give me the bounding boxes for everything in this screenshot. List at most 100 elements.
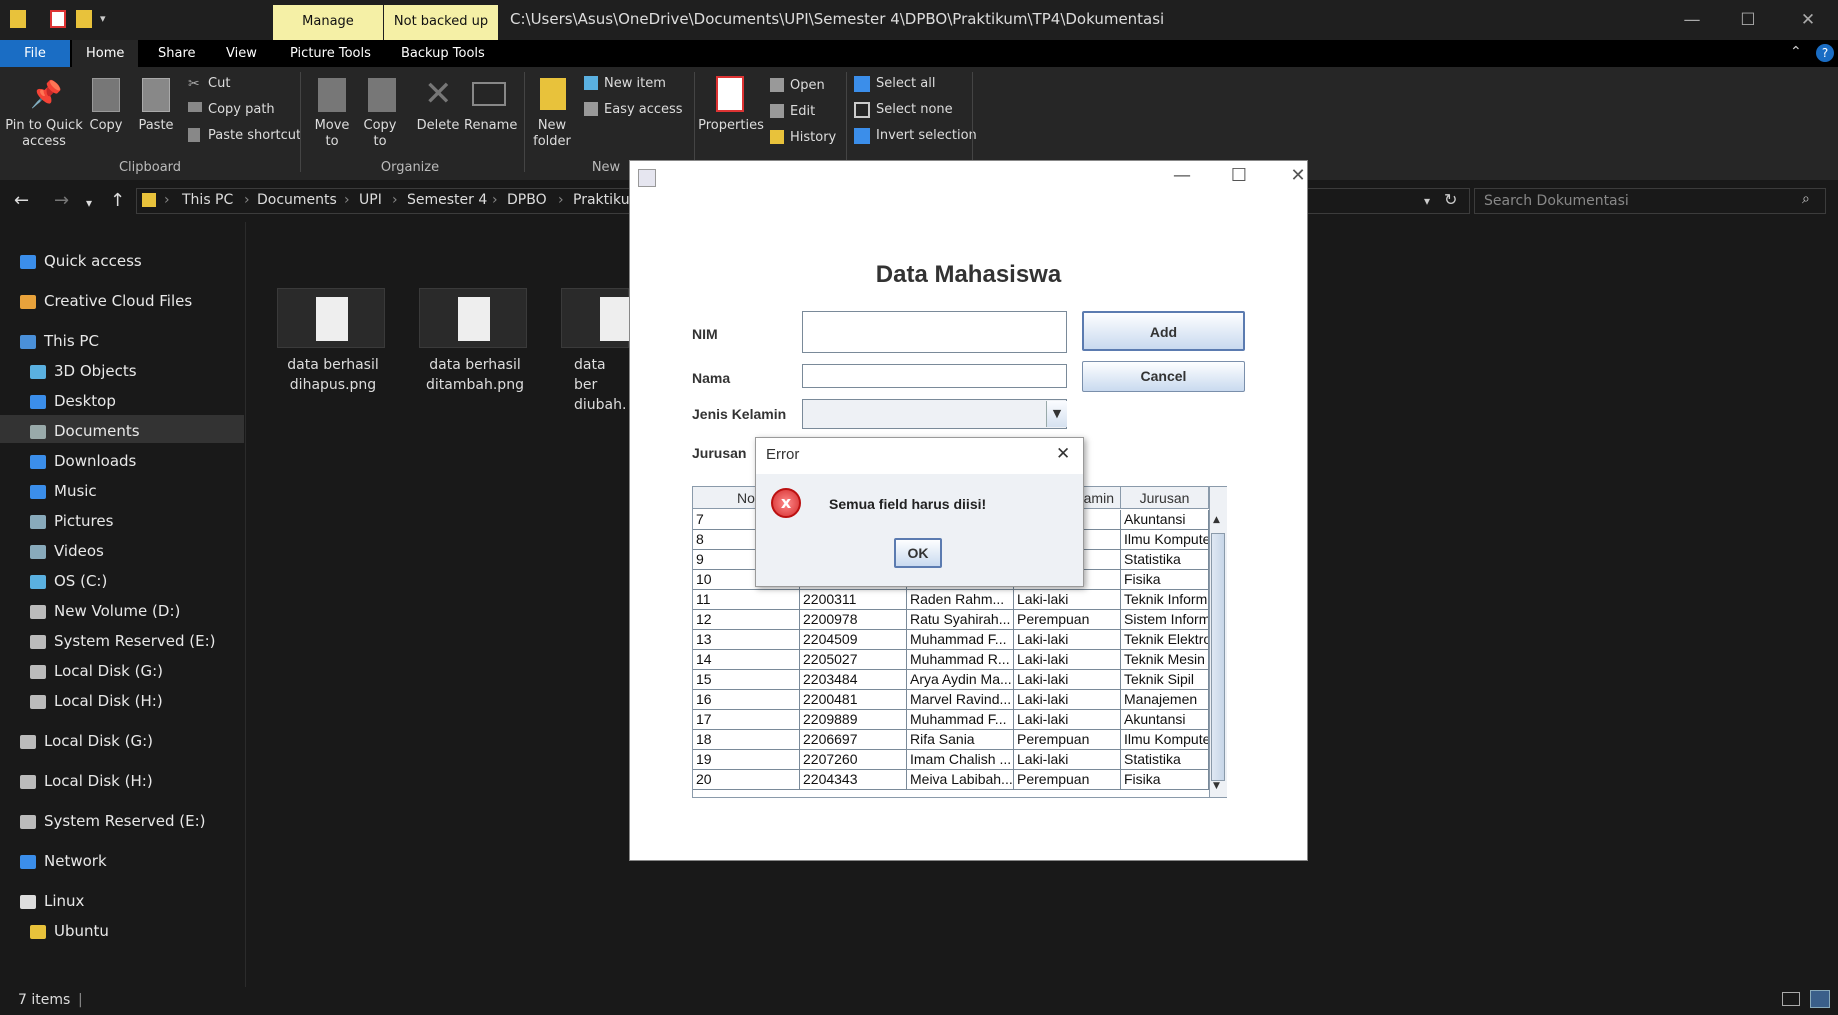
rename-button[interactable]: Rename [464, 118, 517, 134]
table-row[interactable]: 13 2204509 Muhammad F... Laki-laki Teknik El… [693, 630, 1228, 650]
properties-button[interactable]: Properties [698, 118, 764, 134]
table-cell[interactable]: Perempuan [1014, 770, 1121, 790]
sidebar-item[interactable]: New Volume (D:) [30, 600, 180, 622]
sidebar-item[interactable]: OS (C:) [30, 570, 107, 592]
table-row[interactable]: 15 2203484 Arya Aydin Ma... Laki-laki Teknik… [693, 670, 1228, 690]
table-cell[interactable]: Ratu Syahirah... [907, 610, 1014, 630]
sidebar-item[interactable]: Quick access [20, 250, 142, 272]
table-row[interactable]: 19 2207260 Imam Chalish ... Laki-laki Statis… [693, 750, 1228, 770]
file-name[interactable]: data ber diubah. [552, 355, 629, 415]
table-cell[interactable]: Laki-laki [1014, 590, 1121, 610]
table-row[interactable]: 16 2200481 Marvel Ravind... Laki-laki Manaje… [693, 690, 1228, 710]
table-cell[interactable]: Muhammad F... [907, 710, 1014, 730]
sidebar-item[interactable]: Music [30, 480, 97, 502]
select-none-button[interactable]: Select none [876, 102, 953, 117]
minimize-icon[interactable]: — [1672, 6, 1712, 34]
table-cell[interactable]: 2207260 [800, 750, 907, 770]
table-cell[interactable]: 19 [693, 750, 800, 770]
table-cell[interactable]: Ilmu Komputer [1121, 730, 1209, 750]
delete-button[interactable]: Delete [414, 118, 462, 134]
ok-button[interactable]: OK [894, 538, 942, 568]
new-folder-button[interactable]: New folder [530, 118, 574, 150]
file-thumbnail[interactable] [419, 288, 527, 348]
table-cell[interactable]: Teknik Mesin [1121, 650, 1209, 670]
scroll-down-icon[interactable]: ▼ [1213, 781, 1220, 791]
tab-share[interactable]: Share [144, 40, 210, 67]
table-cell[interactable]: 2204509 [800, 630, 907, 650]
minimize-icon[interactable]: — [1162, 165, 1202, 186]
table-cell[interactable]: 18 [693, 730, 800, 750]
invert-selection-button[interactable]: Invert selection [876, 128, 977, 143]
sidebar-item[interactable]: Local Disk (G:) [30, 660, 163, 682]
table-cell[interactable]: Arya Aydin Ma... [907, 670, 1014, 690]
table-row[interactable]: 14 2205027 Muhammad R... Laki-laki Teknik Me… [693, 650, 1228, 670]
table-cell[interactable]: Laki-laki [1014, 650, 1121, 670]
table-cell[interactable]: Sistem Inform... [1121, 610, 1209, 630]
back-arrow-icon[interactable]: ← [14, 190, 29, 211]
scroll-up-icon[interactable]: ▲ [1213, 515, 1220, 525]
address-dropdown-icon[interactable]: ▾ [1424, 194, 1430, 208]
sidebar-item[interactable]: Network [20, 850, 107, 872]
edit-button[interactable]: Edit [790, 104, 815, 119]
easy-access-button[interactable]: Easy access [604, 102, 683, 117]
table-cell[interactable]: Laki-laki [1014, 630, 1121, 650]
chevron-down-icon[interactable]: ▼ [1046, 401, 1067, 427]
maximize-icon[interactable]: ☐ [1219, 165, 1259, 186]
sidebar-item[interactable]: Creative Cloud Files [20, 290, 192, 312]
sidebar-item[interactable]: System Reserved (E:) [20, 810, 206, 832]
table-row[interactable]: 18 2206697 Rifa Sania Perempuan Ilmu Kompute… [693, 730, 1228, 750]
table-cell[interactable]: Teknik Sipil [1121, 670, 1209, 690]
file-name[interactable]: data berhasil dihapus.png [268, 355, 398, 395]
table-cell[interactable]: 2206697 [800, 730, 907, 750]
tab-backup-tools[interactable]: Backup Tools [387, 40, 499, 67]
table-row[interactable]: 12 2200978 Ratu Syahirah... Perempuan Sistem… [693, 610, 1228, 630]
sidebar-item[interactable]: Linux [20, 890, 84, 912]
table-cell[interactable]: 12 [693, 610, 800, 630]
move-to-button[interactable]: Move to [310, 118, 354, 150]
close-icon[interactable]: ✕ [1278, 165, 1318, 186]
table-row[interactable]: 11 2200311 Raden Rahm... Laki-laki Teknik In… [693, 590, 1228, 610]
sidebar-item[interactable]: Local Disk (G:) [20, 730, 153, 752]
table-cell[interactable]: Laki-laki [1014, 710, 1121, 730]
table-cell[interactable]: 17 [693, 710, 800, 730]
sidebar-item[interactable]: Desktop [30, 390, 116, 412]
close-icon[interactable]: ✕ [1788, 6, 1828, 34]
sidebar-item[interactable]: Documents [30, 420, 140, 442]
table-cell[interactable]: Rifa Sania [907, 730, 1014, 750]
cut-button[interactable]: Cut [208, 76, 230, 91]
breadcrumb-this-pc[interactable]: This PC [182, 192, 233, 208]
table-cell[interactable]: Fisika [1121, 770, 1209, 790]
open-button[interactable]: Open [790, 78, 825, 93]
table-cell[interactable]: Teknik Elektro [1121, 630, 1209, 650]
sidebar-item[interactable]: System Reserved (E:) [30, 630, 216, 652]
table-cell[interactable]: 2203484 [800, 670, 907, 690]
sidebar-item[interactable]: Downloads [30, 450, 136, 472]
sidebar-item[interactable]: This PC [20, 330, 99, 352]
sidebar-item[interactable]: Local Disk (H:) [30, 690, 163, 712]
cancel-button[interactable]: Cancel [1082, 361, 1245, 392]
jenis-kelamin-select[interactable]: ▼ [802, 399, 1067, 429]
table-cell[interactable]: Imam Chalish ... [907, 750, 1014, 770]
pin-quick-access-button[interactable]: Pin to Quick access [4, 118, 84, 150]
tab-file[interactable]: File [0, 40, 70, 67]
details-view-icon[interactable] [1782, 992, 1800, 1006]
sidebar-item[interactable]: Videos [30, 540, 104, 562]
file-thumbnail[interactable] [561, 288, 632, 348]
sidebar-item[interactable]: Pictures [30, 510, 113, 532]
table-cell[interactable]: Muhammad R... [907, 650, 1014, 670]
breadcrumb-semester[interactable]: Semester 4 [407, 192, 487, 208]
table-cell[interactable]: 15 [693, 670, 800, 690]
table-cell[interactable]: 16 [693, 690, 800, 710]
table-cell[interactable]: 2204343 [800, 770, 907, 790]
maximize-icon[interactable]: ☐ [1728, 6, 1768, 34]
properties-icon[interactable] [50, 10, 66, 28]
help-icon[interactable]: ? [1816, 44, 1834, 62]
sidebar-item[interactable]: 3D Objects [30, 360, 137, 382]
column-header[interactable]: Jurusan [1121, 487, 1209, 509]
table-row[interactable]: 20 2204343 Meiva Labibah... Perempuan Fisika [693, 770, 1228, 790]
table-cell[interactable]: 2200978 [800, 610, 907, 630]
table-cell[interactable]: 11 [693, 590, 800, 610]
table-cell[interactable]: Statistika [1121, 550, 1209, 570]
table-cell[interactable]: Laki-laki [1014, 690, 1121, 710]
history-button[interactable]: History [790, 130, 836, 145]
